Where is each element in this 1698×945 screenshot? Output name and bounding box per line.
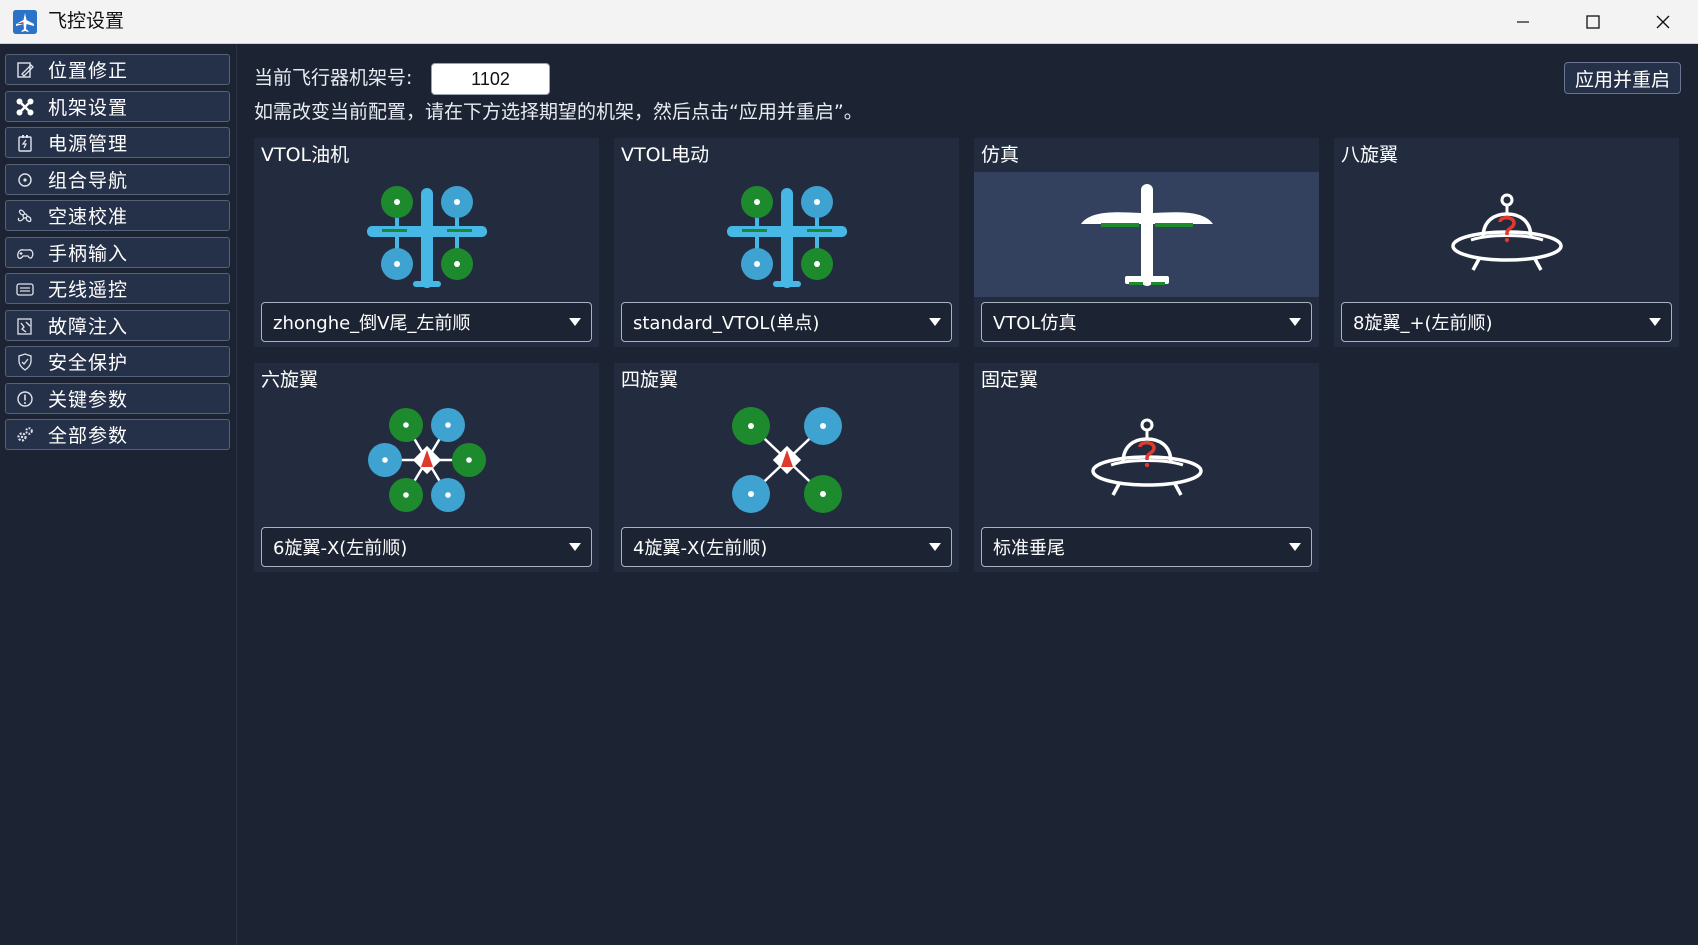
- title-bar: 飞控设置: [0, 0, 1698, 44]
- close-icon: [1656, 15, 1670, 29]
- airframe-select[interactable]: zhonghe_倒V尾_左前顺: [261, 302, 592, 342]
- airframe-select[interactable]: standard_VTOL(单点): [621, 302, 952, 342]
- chevron-down-icon: [929, 543, 941, 551]
- unknown-ufo-icon: [974, 397, 1319, 522]
- fixed-wing-plane-icon: [974, 172, 1319, 297]
- selected-airframe: standard_VTOL(单点): [633, 313, 820, 334]
- frame-card-octocopter[interactable]: 八旋翼 8旋翼_+(左前顺): [1334, 138, 1679, 347]
- frame-card-quadcopter[interactable]: 四旋翼 4旋翼-X(左前顺): [614, 363, 959, 572]
- frame-number-input[interactable]: 1102: [431, 63, 550, 95]
- chevron-down-icon: [929, 318, 941, 326]
- selected-airframe: 标准垂尾: [993, 538, 1065, 559]
- chevron-down-icon: [569, 318, 581, 326]
- frame-card-hexacopter[interactable]: 六旋翼 6旋翼-X(左前顺): [254, 363, 599, 572]
- unknown-ufo-icon: [1334, 172, 1679, 297]
- selected-airframe: 6旋翼-X(左前顺): [273, 538, 408, 559]
- card-title: 固定翼: [981, 369, 1039, 391]
- frame-card-vtol-fuel[interactable]: VTOL油机 zhonghe_倒V尾_左前顺: [254, 138, 599, 347]
- sidebar-item-wireless-remote[interactable]: 无线遥控: [5, 273, 230, 304]
- chevron-down-icon: [1289, 318, 1301, 326]
- sidebar-item-frame-settings[interactable]: 机架设置: [5, 91, 230, 122]
- current-frame-label: 当前飞行器机架号:: [254, 67, 413, 89]
- sidebar-item-airspeed-calibration[interactable]: 空速校准: [5, 200, 230, 231]
- frame-card-fixed-wing[interactable]: 固定翼 标准垂尾: [974, 363, 1319, 572]
- sidebar-item-label: 电源管理: [48, 133, 129, 155]
- card-title: 四旋翼: [621, 369, 679, 391]
- sidebar-item-label: 无线遥控: [48, 279, 129, 301]
- sidebar-item-gamepad-input[interactable]: 手柄输入: [5, 237, 230, 268]
- sidebar-item-label: 关键参数: [48, 389, 129, 411]
- airframe-select[interactable]: 标准垂尾: [981, 527, 1312, 567]
- quadcopter-icon: [614, 397, 959, 522]
- sidebar-item-key-parameters[interactable]: 关键参数: [5, 383, 230, 414]
- sidebar-item-all-parameters[interactable]: 全部参数: [5, 419, 230, 450]
- window-title: 飞控设置: [48, 10, 125, 32]
- sidebar: 位置修正 机架设置 电源管理 组合导航 空速校准 手柄输入 无线遥控 故障注入 …: [0, 45, 237, 945]
- radio-remote-icon: [12, 276, 38, 302]
- selected-airframe: VTOL仿真: [993, 313, 1077, 334]
- airframe-select[interactable]: 6旋翼-X(左前顺): [261, 527, 592, 567]
- main-panel: 当前飞行器机架号: 1102 如需改变当前配置，请在下方选择期望的机架，然后点击…: [238, 45, 1698, 945]
- card-title: 六旋翼: [261, 369, 319, 391]
- instruction-text: 如需改变当前配置，请在下方选择期望的机架，然后点击“应用并重启”。: [254, 101, 863, 123]
- hexacopter-icon: [254, 397, 599, 522]
- airspeed-icon: [12, 203, 38, 229]
- vtol-icon: [614, 172, 959, 297]
- selected-airframe: 8旋翼_+(左前顺): [1353, 313, 1493, 334]
- apply-and-restart-button[interactable]: 应用并重启: [1564, 62, 1681, 94]
- sidebar-item-safety-protection[interactable]: 安全保护: [5, 346, 230, 377]
- vtol-icon: [254, 172, 599, 297]
- navigation-icon: [12, 167, 38, 193]
- selected-airframe: zhonghe_倒V尾_左前顺: [273, 313, 471, 334]
- airframe-select[interactable]: 8旋翼_+(左前顺): [1341, 302, 1672, 342]
- chevron-down-icon: [1289, 543, 1301, 551]
- frame-card-vtol-electric[interactable]: VTOL电动 standard_VTOL(单点): [614, 138, 959, 347]
- sidebar-item-label: 位置修正: [48, 60, 129, 82]
- close-button[interactable]: [1628, 0, 1698, 44]
- sidebar-item-label: 全部参数: [48, 425, 129, 447]
- airframe-select[interactable]: VTOL仿真: [981, 302, 1312, 342]
- minimize-icon: [1517, 21, 1529, 23]
- alert-icon: [12, 386, 38, 412]
- sidebar-item-integrated-navigation[interactable]: 组合导航: [5, 164, 230, 195]
- chevron-down-icon: [569, 543, 581, 551]
- fault-injection-icon: [12, 313, 38, 339]
- card-title: 仿真: [981, 144, 1020, 166]
- selected-airframe: 4旋翼-X(左前顺): [633, 538, 768, 559]
- gears-icon: [12, 422, 38, 448]
- sidebar-item-label: 机架设置: [48, 97, 129, 119]
- sidebar-item-position-correction[interactable]: 位置修正: [5, 54, 230, 85]
- card-title: VTOL油机: [261, 144, 350, 166]
- sidebar-item-label: 手柄输入: [48, 243, 129, 265]
- minimize-button[interactable]: [1488, 0, 1558, 44]
- shield-icon: [12, 349, 38, 375]
- card-title: 八旋翼: [1341, 144, 1399, 166]
- sidebar-item-label: 故障注入: [48, 316, 129, 338]
- sidebar-item-label: 安全保护: [48, 352, 129, 374]
- maximize-icon: [1586, 15, 1600, 29]
- sidebar-item-label: 空速校准: [48, 206, 129, 228]
- drone-frame-icon: [12, 94, 38, 120]
- frame-card-simulation[interactable]: 仿真 VTOL仿真: [974, 138, 1319, 347]
- sidebar-item-label: 组合导航: [48, 170, 129, 192]
- card-title: VTOL电动: [621, 144, 710, 166]
- maximize-button[interactable]: [1558, 0, 1628, 44]
- chevron-down-icon: [1649, 318, 1661, 326]
- sidebar-item-power-management[interactable]: 电源管理: [5, 127, 230, 158]
- airframe-select[interactable]: 4旋翼-X(左前顺): [621, 527, 952, 567]
- sidebar-item-fault-injection[interactable]: 故障注入: [5, 310, 230, 341]
- battery-icon: [12, 130, 38, 156]
- gamepad-icon: [12, 240, 38, 266]
- plane-icon: [13, 10, 37, 34]
- position-correction-icon: [12, 57, 38, 83]
